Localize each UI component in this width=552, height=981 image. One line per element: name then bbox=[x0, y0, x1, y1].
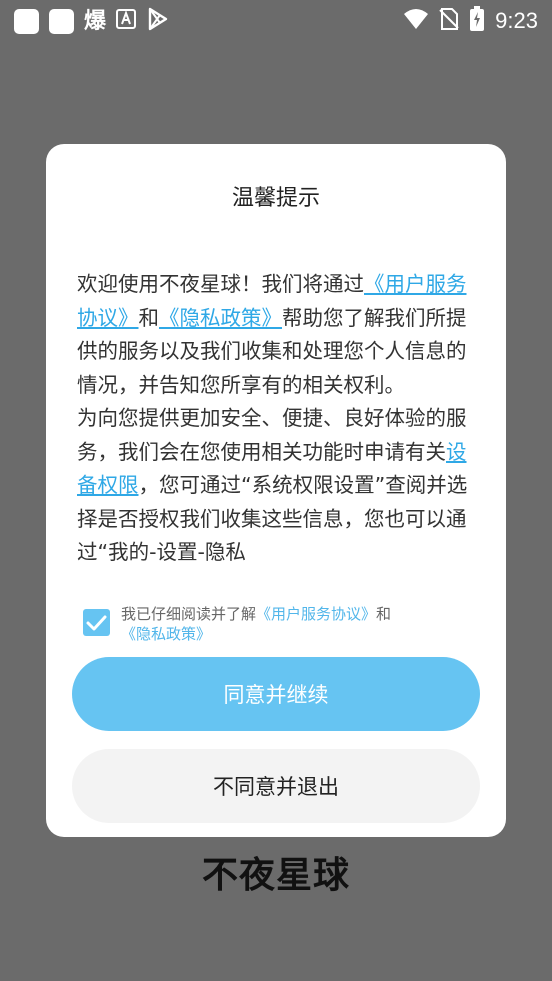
notification-text-icon: 爆 bbox=[84, 8, 107, 34]
agreement-paragraph-1: 欢迎使用不夜星球！我们将通过《用户服务协议》和《隐私政策》帮助您了解我们所提供的… bbox=[77, 268, 473, 402]
notification-app-icon bbox=[14, 8, 39, 34]
paragraph-text: 和 bbox=[138, 305, 160, 330]
status-bar: 爆 9:23 bbox=[0, 0, 552, 38]
privacy-policy-link[interactable]: 《隐私政策》 bbox=[159, 306, 282, 330]
consent-text: 我已仔细阅读并了解《用户服务协议》和《隐私政策》 bbox=[121, 604, 481, 644]
status-right: 9:23 bbox=[403, 6, 538, 36]
agree-continue-button[interactable]: 同意并继续 bbox=[72, 657, 480, 731]
consent-checkbox[interactable] bbox=[83, 609, 110, 636]
clock: 9:23 bbox=[495, 8, 538, 33]
consent-user-agreement-link[interactable]: 《用户服务协议》 bbox=[256, 605, 376, 623]
dialog-title: 温馨提示 bbox=[231, 186, 320, 211]
consent-privacy-policy-link[interactable]: 《隐私政策》 bbox=[121, 625, 211, 643]
checkmark-icon bbox=[86, 615, 107, 631]
app-brand-logo: 不夜星球 bbox=[201, 855, 350, 896]
battery-charging-icon bbox=[469, 6, 485, 36]
paragraph-text: 欢迎使用不夜星球！我们将通过 bbox=[77, 272, 364, 296]
wifi-icon bbox=[403, 8, 429, 34]
paragraph-text: 为向您提供更加安全、便捷、良好体验的服务，我们会在您使用相关功能时申请有关 bbox=[77, 406, 467, 464]
consent-label: 我已仔细阅读并了解 bbox=[121, 605, 257, 623]
status-left: 爆 bbox=[14, 7, 170, 35]
notification-app-icon bbox=[49, 8, 74, 34]
play-store-icon bbox=[146, 7, 170, 35]
agreement-paragraph-2: 为向您提供更加安全、便捷、良好体验的服务，我们会在您使用相关功能时申请有关设备权… bbox=[77, 402, 473, 570]
no-sim-icon bbox=[439, 7, 459, 35]
privacy-dialog: 温馨提示 欢迎使用不夜星球！我们将通过《用户服务协议》和《隐私政策》帮助您了解我… bbox=[46, 144, 506, 837]
disagree-exit-button[interactable]: 不同意并退出 bbox=[72, 749, 480, 823]
consent-label: 和 bbox=[376, 605, 392, 623]
font-a-icon bbox=[116, 9, 137, 33]
